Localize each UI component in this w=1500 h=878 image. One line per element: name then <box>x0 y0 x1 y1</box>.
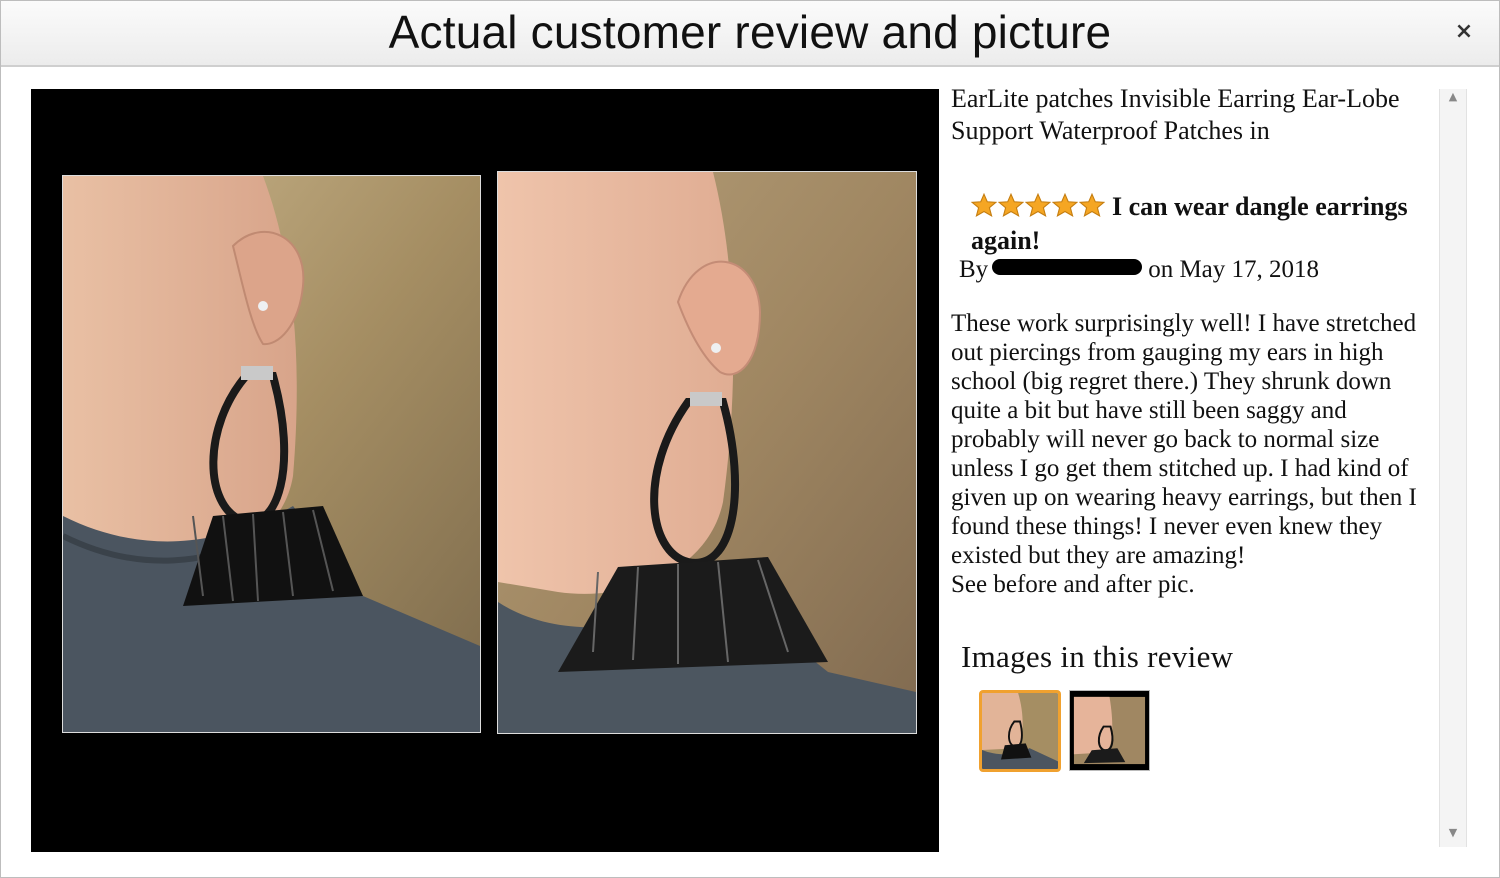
scroll-up-icon[interactable]: ▲ <box>1440 89 1466 105</box>
star-icon <box>1078 192 1106 217</box>
dialog-header: Actual customer review and picture × <box>1 1 1499 67</box>
review-body: These work surprisingly well! I have str… <box>951 310 1417 598</box>
dialog-title: Actual customer review and picture <box>388 6 1112 58</box>
scroll-down-icon[interactable]: ▼ <box>1440 825 1466 841</box>
thumbnail-image <box>1070 691 1149 770</box>
thumbnail-image <box>982 693 1058 769</box>
review-date: on May 17, 2018 <box>1148 256 1320 283</box>
byline-prefix: By <box>959 256 989 283</box>
ear-photo-after-image <box>498 172 916 733</box>
redacted-reviewer-name <box>992 259 1143 275</box>
ear-photo-before-image <box>63 176 480 732</box>
review-image-thumbnail-1[interactable] <box>979 690 1061 772</box>
star-icon <box>997 192 1025 217</box>
review-headline-row: I can wear dangle earrings again! <box>970 191 1441 257</box>
review-image-thumbnail-2[interactable] <box>1069 690 1150 771</box>
photo-after <box>497 171 917 734</box>
star-icon <box>1051 192 1079 217</box>
star-rating <box>970 192 1106 225</box>
vertical-scrollbar[interactable]: ▲ ▼ <box>1439 89 1467 847</box>
close-icon[interactable]: × <box>1451 19 1477 45</box>
photo-before <box>62 175 481 733</box>
product-title[interactable]: EarLite patches Invisible Earring Ear-Lo… <box>951 83 1421 147</box>
review-byline: By on May 17, 2018 <box>959 255 1319 285</box>
main-photo <box>31 89 939 852</box>
review-dialog: Actual customer review and picture × Ear… <box>0 0 1500 878</box>
images-heading: Images in this review <box>961 639 1234 674</box>
star-icon <box>1024 192 1052 217</box>
review-panel: EarLite patches Invisible Earring Ear-Lo… <box>951 83 1439 853</box>
star-icon <box>970 192 998 217</box>
